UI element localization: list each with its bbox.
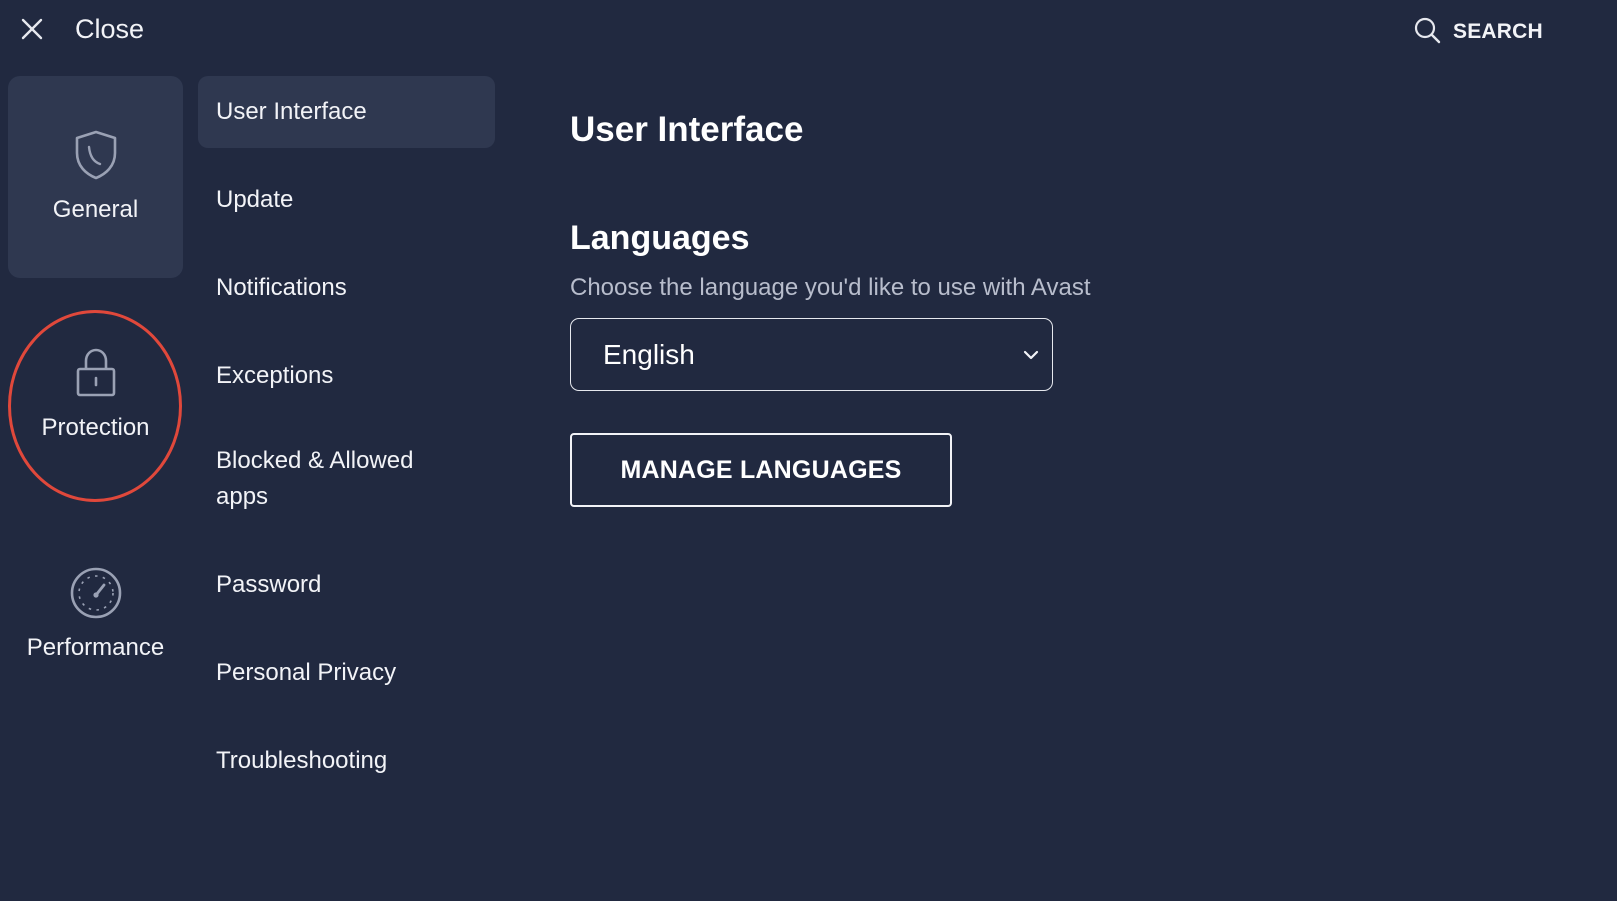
submenu-item-label: Personal Privacy (216, 659, 397, 686)
close-icon (16, 8, 48, 50)
submenu-item-label: Blocked & Allowed apps (216, 447, 414, 510)
submenu-item-update[interactable]: Update (198, 164, 495, 236)
page-title: User Interface (570, 110, 804, 149)
submenu-item-password[interactable]: Password (198, 549, 495, 621)
submenu-item-notifications[interactable]: Notifications (198, 252, 495, 324)
search-button[interactable]: SEARCH (1413, 14, 1543, 50)
close-label: Close (75, 13, 145, 44)
category-performance-label: Performance (26, 634, 165, 661)
submenu-item-label: Exceptions (216, 362, 334, 389)
shield-icon (73, 128, 119, 182)
lock-icon (74, 346, 118, 400)
category-protection[interactable]: Protection (8, 294, 183, 496)
close-button[interactable]: Close (16, 8, 144, 50)
submenu-item-label: Notifications (216, 274, 347, 301)
languages-description: Choose the language you'd like to use wi… (570, 274, 1091, 301)
submenu-item-user-interface[interactable]: User Interface (198, 76, 495, 148)
category-general[interactable]: General (8, 76, 183, 278)
submenu-item-label: Password (216, 571, 322, 598)
submenu-item-personal-privacy[interactable]: Personal Privacy (198, 637, 495, 709)
submenu-item-troubleshooting[interactable]: Troubleshooting (198, 725, 495, 797)
submenu-item-label: User Interface (216, 98, 367, 125)
category-general-label: General (52, 196, 139, 223)
manage-languages-button[interactable]: MANAGE LANGUAGES (570, 433, 952, 507)
language-dropdown[interactable]: English (570, 318, 1053, 391)
submenu-item-label: Update (216, 186, 294, 213)
submenu-item-blocked-allowed-apps[interactable]: Blocked & Allowed apps (198, 443, 495, 523)
search-icon (1413, 16, 1441, 49)
speedometer-icon (69, 566, 123, 620)
language-dropdown-value: English (603, 338, 695, 370)
settings-window: Close SEARCH General Protection Performa… (0, 0, 1617, 901)
languages-heading: Languages (570, 219, 750, 257)
submenu-item-label: Troubleshooting (216, 747, 388, 774)
submenu-item-exceptions[interactable]: Exceptions (198, 340, 495, 412)
search-label: SEARCH (1453, 20, 1543, 43)
category-performance[interactable]: Performance (8, 514, 183, 716)
category-protection-label: Protection (41, 414, 150, 441)
chevron-down-icon (1020, 344, 1042, 366)
